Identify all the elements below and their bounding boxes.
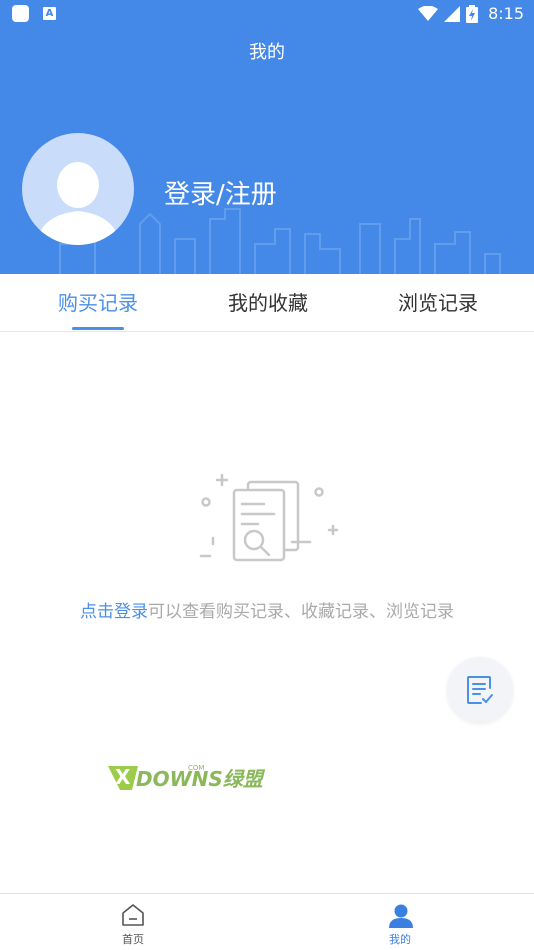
signal-icon: [444, 5, 461, 22]
checklist-icon: [467, 676, 493, 704]
tab-favorites[interactable]: 我的收藏: [208, 274, 328, 332]
app-notification-icon: A: [43, 7, 56, 20]
click-login-link[interactable]: 点击登录: [80, 602, 148, 622]
nav-home[interactable]: 首页: [73, 894, 193, 950]
empty-document-search-icon: [199, 473, 339, 562]
bottom-navigation: 首页 我的: [0, 893, 534, 950]
empty-state-message: 点击登录可以查看购买记录、收藏记录、浏览记录: [80, 596, 454, 628]
page-title: 我的: [249, 42, 285, 63]
status-bar: A 8:15: [0, 0, 534, 28]
notification-icon: [12, 5, 29, 22]
home-icon: [122, 904, 144, 926]
watermark-x: X: [115, 765, 131, 789]
battery-icon: [466, 4, 479, 23]
active-tab-indicator: [72, 327, 124, 330]
login-register-link[interactable]: 登录/注册: [164, 174, 277, 211]
clock: 8:15: [488, 4, 524, 23]
avatar[interactable]: [22, 133, 134, 245]
watermark-text: DOWNS绿盟: [136, 767, 266, 791]
nav-mine[interactable]: 我的: [340, 894, 460, 950]
empty-state-text: 可以查看购买记录、收藏记录、浏览记录: [148, 602, 454, 622]
nav-home-label: 首页: [122, 933, 144, 946]
tab-browse-history[interactable]: 浏览记录: [378, 274, 498, 332]
record-tabs: 购买记录 我的收藏 浏览记录: [0, 274, 534, 332]
default-user-icon: [36, 162, 120, 245]
wifi-icon: [418, 5, 439, 21]
nav-mine-label: 我的: [389, 933, 411, 946]
user-icon: [389, 904, 413, 928]
tab-purchase-records[interactable]: 购买记录: [38, 274, 158, 332]
profile-header: A 8:15 我的 登录/注册: [0, 0, 534, 274]
floating-list-button[interactable]: [447, 657, 513, 723]
watermark-logo: X COM DOWNS绿盟: [108, 764, 266, 791]
